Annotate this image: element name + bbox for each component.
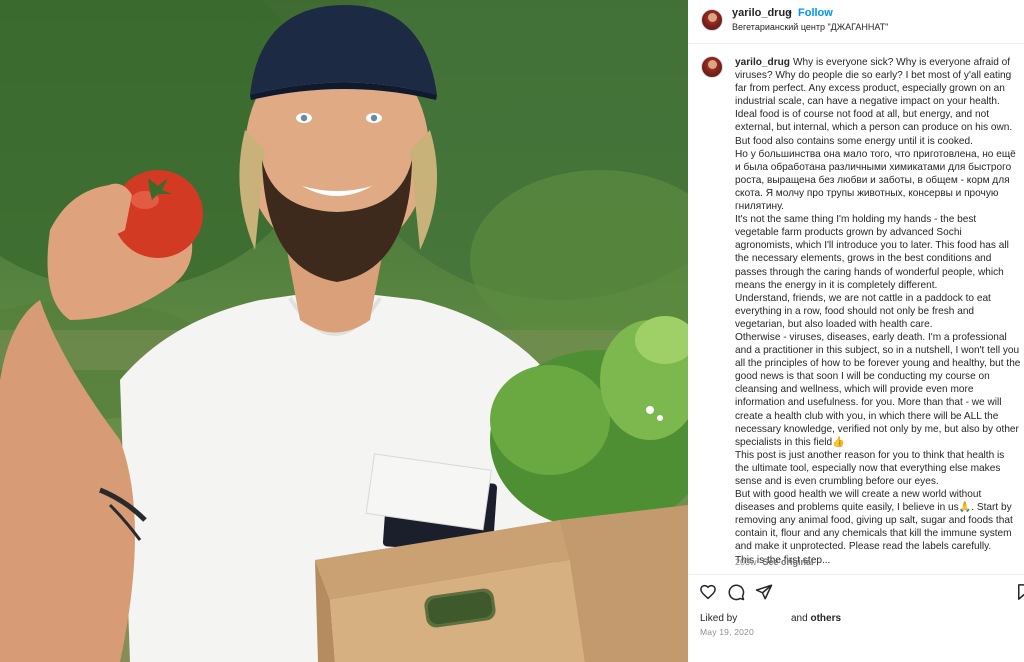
action-bar: Liked by and others May 19, 2020 — [688, 574, 1024, 662]
likes-line: Liked by and others — [700, 613, 841, 624]
caption-author-avatar[interactable] — [701, 56, 723, 78]
bookmark-icon[interactable] — [1015, 583, 1024, 601]
author-avatar[interactable] — [701, 9, 723, 31]
likes-others-text: and others — [791, 613, 842, 624]
post-photo — [0, 0, 688, 662]
post-location[interactable]: Вегетарианский центр "ДЖАГАННАТ" — [732, 22, 888, 32]
post-header: yarilo_drug • Follow Вегетарианский цент… — [688, 0, 1024, 44]
post-date[interactable]: May 19, 2020 — [700, 627, 754, 637]
post-side-panel: yarilo_drug • Follow Вегетарианский цент… — [688, 0, 1024, 662]
heart-icon[interactable] — [699, 583, 717, 601]
author-username[interactable]: yarilo_drug — [732, 7, 792, 19]
caption-meta: 203w See original — [735, 557, 814, 567]
share-icon[interactable] — [755, 583, 773, 601]
caption-username[interactable]: yarilo_drug — [735, 57, 790, 68]
caption-body: yarilo_drug Why is everyone sick? Why is … — [735, 56, 1021, 567]
likes-others-link[interactable]: and others — [791, 613, 841, 624]
separator-dot: • — [788, 7, 792, 19]
post-photo-illustration — [0, 0, 688, 662]
liked-by-label: Liked by — [700, 613, 738, 624]
post-age: 203w — [735, 557, 757, 567]
follow-button[interactable]: Follow — [798, 7, 833, 19]
see-original-link[interactable]: See original — [763, 557, 814, 567]
caption-text: Why is everyone sick? Why is everyone af… — [735, 57, 1021, 566]
caption-section: yarilo_drug Why is everyone sick? Why is … — [688, 52, 1024, 572]
comment-icon[interactable] — [727, 583, 745, 601]
